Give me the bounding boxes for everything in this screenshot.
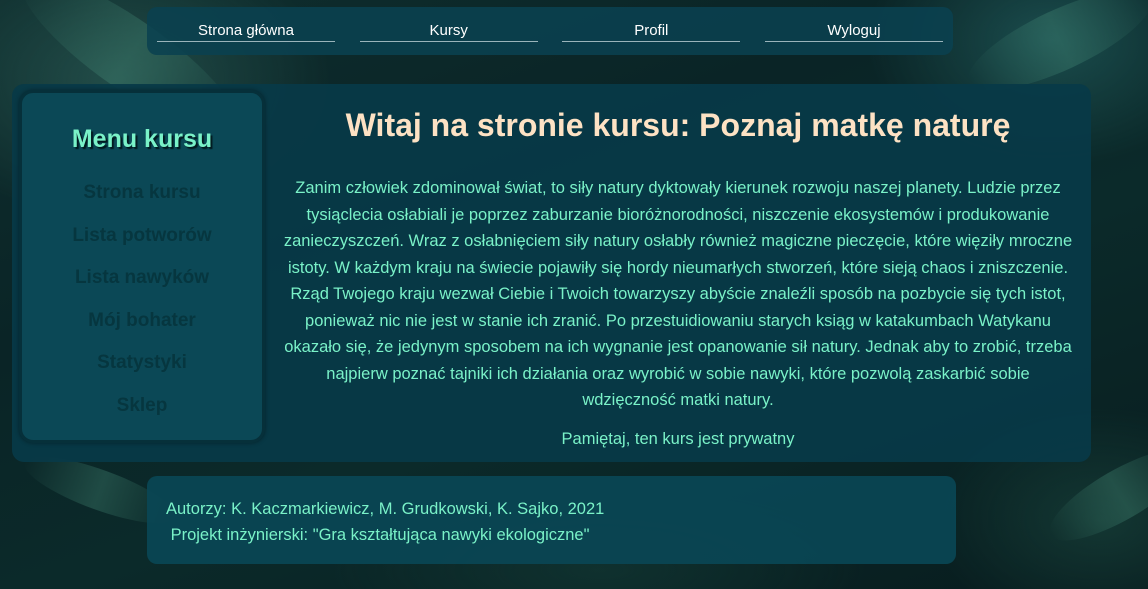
sidebar-title: Menu kursu	[71, 125, 213, 153]
course-intro-text: Zanim człowiek zdominował świat, to siły…	[283, 179, 1073, 409]
sidebar-item-course-page[interactable]: Strona kursu	[22, 178, 262, 221]
sidebar-item-my-hero[interactable]: Mój bohater	[22, 306, 262, 349]
page-title: Witaj na stronie kursu: Poznaj matkę nat…	[345, 107, 1011, 143]
private-course-note: Pamiętaj, ten kurs jest prywatny	[561, 429, 795, 448]
top-navigation: Strona główna Kursy Profil Wyloguj	[147, 7, 953, 55]
nav-link-courses[interactable]: Kursy	[359, 22, 538, 42]
sidebar-item-shop[interactable]: Sklep	[22, 391, 262, 434]
footer-project: Projekt inżynierski: "Gra kształtująca n…	[166, 526, 590, 544]
sidebar-item-habit-list[interactable]: Lista nawyków	[22, 263, 262, 306]
sidebar-item-statistics[interactable]: Statystyki	[22, 348, 262, 391]
course-content: Witaj na stronie kursu: Poznaj matkę nat…	[278, 100, 1078, 452]
sidebar-menu-list: Strona kursu Lista potworów Lista nawykó…	[22, 178, 262, 434]
footer: Autorzy: K. Kaczmarkiewicz, M. Grudkowsk…	[147, 476, 956, 564]
footer-authors: Autorzy: K. Kaczmarkiewicz, M. Grudkowsk…	[166, 500, 605, 518]
nav-link-logout[interactable]: Wyloguj	[764, 22, 943, 42]
nav-link-profile[interactable]: Profil	[562, 22, 741, 42]
course-menu-sidebar: Menu kursu Strona kursu Lista potworów L…	[19, 90, 265, 443]
nav-link-home[interactable]: Strona główna	[157, 22, 335, 42]
sidebar-item-monster-list[interactable]: Lista potworów	[22, 221, 262, 264]
